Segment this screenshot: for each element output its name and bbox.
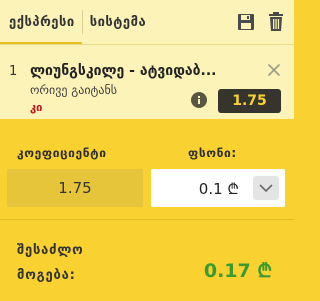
potential-win-value: 0.17 ₾ [203, 260, 272, 282]
close-icon[interactable] [268, 61, 280, 76]
stake-label: ფსონი: [188, 146, 237, 160]
bet-selection: კი [30, 101, 43, 114]
stake-value: 0.1 ₾ [198, 180, 239, 198]
trash-icon[interactable] [266, 11, 286, 33]
odd-badge: 1.75 [218, 89, 281, 113]
bet-event-title[interactable]: ლიუნგსკილე - ატვიდაბ... [30, 63, 250, 79]
betslip-tabs: ექსპრესი სისტემა [0, 0, 294, 44]
bet-market: ორივე გაიტანს [30, 83, 118, 97]
coefficient-value: 1.75 [7, 169, 143, 207]
betslip-tools [236, 0, 294, 44]
bet-index: 1 [9, 64, 18, 79]
tab-system[interactable]: სისტემა [83, 0, 154, 44]
betslip: ექსპრესი სისტემა 1 ლიუნგსკილე - ატვიდაბ.… [0, 0, 294, 301]
potential-win-label: შესაძლო მოგება: [17, 243, 84, 283]
tab-express-label: ექსპრესი [9, 14, 75, 30]
divider [0, 219, 294, 220]
tab-express[interactable]: ექსპრესი [0, 0, 82, 44]
tab-system-label: სისტემა [89, 14, 147, 30]
labels-row: კოეფიციენტი ფსონი: [0, 146, 294, 164]
stake-input[interactable]: 0.1 ₾ [151, 169, 285, 207]
coefficient-label: კოეფიციენტი [17, 146, 107, 160]
chevron-down-icon[interactable] [253, 176, 279, 200]
save-icon[interactable] [236, 11, 256, 33]
info-icon[interactable] [191, 92, 207, 108]
